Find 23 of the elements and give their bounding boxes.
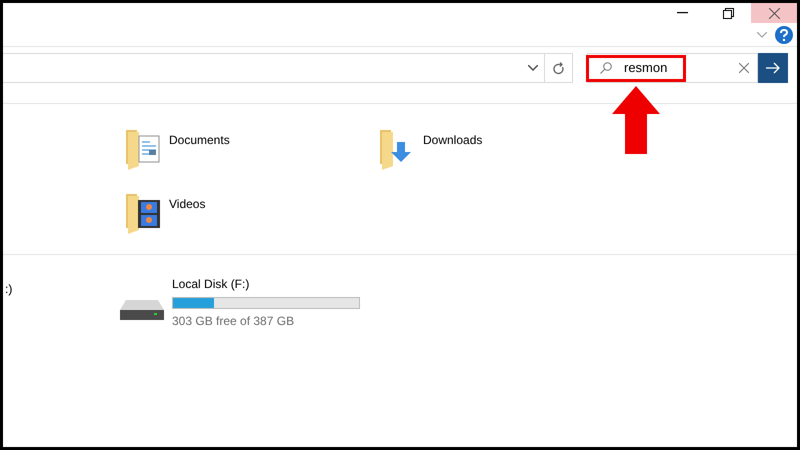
dropdown-icon[interactable] — [528, 65, 538, 71]
clear-icon[interactable] — [739, 63, 749, 73]
refresh-button[interactable] — [545, 53, 573, 83]
search-icon — [600, 62, 612, 74]
chevron-icon[interactable] — [757, 32, 767, 38]
restore-icon — [722, 8, 734, 18]
arrow-right-icon — [766, 62, 780, 74]
help-icon[interactable] — [775, 26, 793, 44]
drive-name[interactable]: Local Disk (F:) — [172, 275, 360, 293]
minimize-icon — [676, 12, 688, 14]
search-box[interactable]: resmon — [587, 53, 758, 83]
go-button[interactable] — [758, 53, 788, 83]
drive-icon[interactable] — [120, 298, 164, 322]
folder-name[interactable]: Downloads — [423, 131, 482, 149]
search-field[interactable]: resmon — [624, 58, 724, 78]
folder-name[interactable]: Documents — [169, 131, 230, 149]
refresh-icon — [552, 62, 564, 74]
close-icon — [768, 8, 780, 18]
free-space-text: 303 GB free of 387 GB — [172, 313, 296, 330]
drive-name[interactable]: :) — [5, 282, 12, 296]
folder-name[interactable]: Videos — [169, 195, 206, 213]
close-button[interactable] — [751, 3, 797, 23]
pointer-arrow-drawing — [612, 86, 660, 154]
